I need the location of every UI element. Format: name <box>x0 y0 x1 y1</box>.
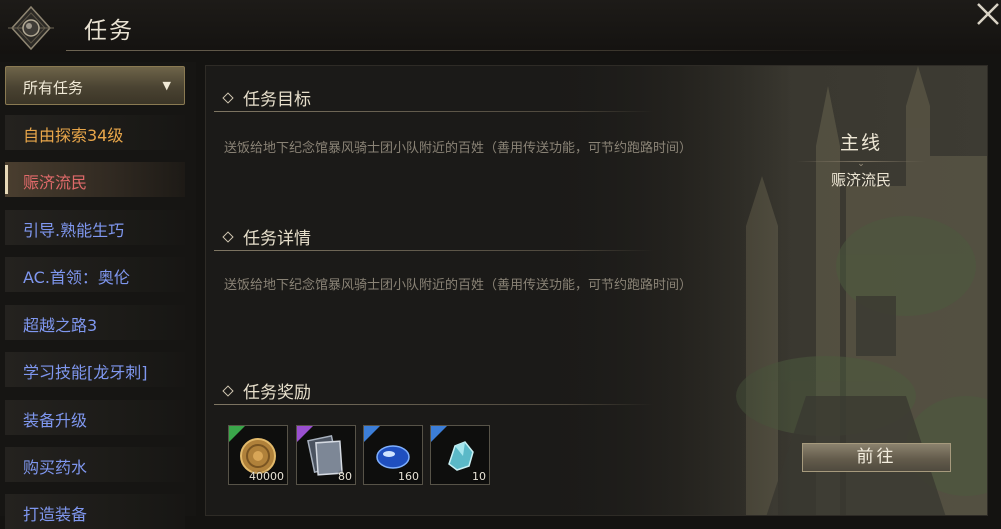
quest-emblem-icon <box>8 5 54 51</box>
quest-item-relief[interactable]: 赈济流民 <box>5 162 185 197</box>
quest-item-label: 打造装备 <box>23 505 88 524</box>
objective-divider <box>214 111 654 112</box>
quest-filter-dropdown[interactable]: 所有任务 ▼ <box>5 66 185 105</box>
rewards-heading: 任务奖励 <box>222 378 311 403</box>
details-heading: 任务详情 <box>222 224 311 249</box>
diamond-icon <box>222 92 234 104</box>
header-divider <box>66 50 866 51</box>
reward-slot[interactable]: 160 <box>363 425 423 485</box>
chevron-down-icon: ▼ <box>162 79 171 92</box>
reward-slot[interactable]: 80 <box>296 425 356 485</box>
quest-item-explore[interactable]: 自由探索34级 <box>5 115 185 150</box>
objective-heading: 任务目标 <box>222 85 311 110</box>
chevron-down-icon: ⌄ <box>857 159 865 169</box>
reward-count: 40000 <box>249 470 284 483</box>
reward-count: 10 <box>472 470 486 483</box>
window-header: 任务 <box>0 0 1001 54</box>
diamond-icon <box>222 385 234 397</box>
diamond-icon <box>222 231 234 243</box>
rewards-divider <box>214 404 654 405</box>
reward-slot[interactable]: 40000 <box>228 425 288 485</box>
go-button[interactable]: 前往 <box>802 443 951 472</box>
reward-count: 160 <box>398 470 419 483</box>
rarity-corner <box>229 426 245 442</box>
quest-filter-label: 所有任务 <box>23 79 84 97</box>
close-icon[interactable] <box>972 0 1001 30</box>
quest-name-label: 赈济流民 <box>830 171 891 189</box>
objective-text: 送饭给地下纪念馆暴风骑士团小队附近的百姓（善用传送功能，可节约跑路时间） <box>224 141 693 156</box>
quest-item-guide[interactable]: 引导.熟能生巧 <box>5 210 185 245</box>
quest-item-label: 超越之路3 <box>23 316 98 335</box>
quest-item-skill[interactable]: 学习技能[龙牙刺] <box>5 352 185 387</box>
quest-item-label: 引导.熟能生巧 <box>23 221 125 240</box>
window-title: 任务 <box>84 18 134 44</box>
quest-item-potion[interactable]: 购买药水 <box>5 447 185 482</box>
quest-item-label: 装备升级 <box>23 411 88 430</box>
quest-item-label: 学习技能[龙牙刺] <box>23 363 148 382</box>
quest-item-label: 赈济流民 <box>23 173 88 192</box>
quest-item-craft[interactable]: 打造装备 <box>5 494 185 529</box>
quest-item-label: 自由探索34级 <box>23 126 124 145</box>
quest-list-sidebar: 所有任务 ▼ 自由探索34级 赈济流民 引导.熟能生巧 AC.首领：奥伦 超越之… <box>0 62 196 529</box>
quest-detail-panel: 任务目标 送饭给地下纪念馆暴风骑士团小队附近的百姓（善用传送功能，可节约跑路时间… <box>205 65 988 516</box>
quest-item-road[interactable]: 超越之路3 <box>5 305 185 340</box>
rarity-corner <box>364 426 380 442</box>
rarity-corner <box>297 426 313 442</box>
details-divider <box>214 250 654 251</box>
rarity-corner <box>431 426 447 442</box>
quest-item-label: 购买药水 <box>23 458 88 477</box>
quest-item-label: AC.首领：奥伦 <box>23 268 130 287</box>
reward-slot[interactable]: 10 <box>430 425 490 485</box>
quest-item-boss[interactable]: AC.首领：奥伦 <box>5 257 185 292</box>
quest-summary: 主线 ⌄ 赈济流民 <box>796 128 926 190</box>
quest-item-upgrade[interactable]: 装备升级 <box>5 400 185 435</box>
quest-type-label: 主线 <box>839 132 882 154</box>
details-text: 送饭给地下纪念馆暴风骑士团小队附近的百姓（善用传送功能，可节约跑路时间） <box>224 278 693 293</box>
reward-count: 80 <box>338 470 352 483</box>
